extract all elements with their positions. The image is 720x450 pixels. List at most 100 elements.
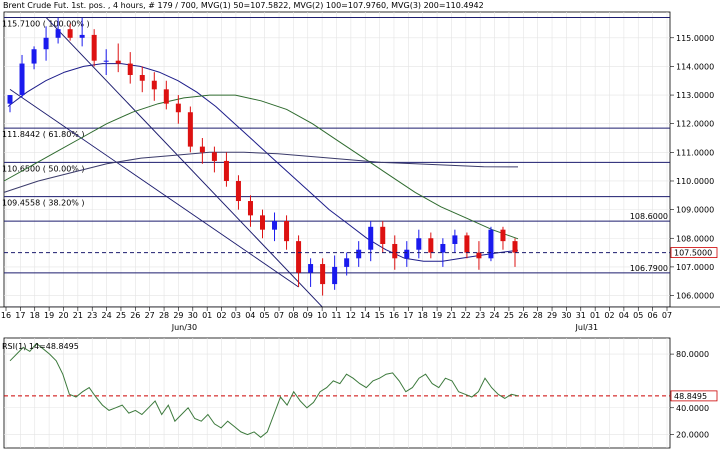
- time-tick-label: 14: [360, 311, 370, 320]
- time-tick-label: 30: [561, 311, 571, 320]
- time-tick-label: 31: [576, 311, 586, 320]
- candle-body: [55, 29, 61, 38]
- candle-body: [7, 95, 13, 104]
- time-tick-label: 08: [288, 311, 298, 320]
- time-tick-label: 20: [58, 311, 68, 320]
- time-tick-label: 09: [303, 311, 313, 320]
- candle-body: [488, 229, 494, 259]
- candle-body: [272, 221, 278, 230]
- time-tick-label: 30: [188, 311, 198, 320]
- time-tick-label: 25: [116, 311, 126, 320]
- candle-body: [247, 201, 253, 216]
- time-tick-label: 18: [418, 311, 428, 320]
- candle-body: [260, 215, 265, 230]
- time-tick-label: 12: [346, 311, 356, 320]
- fib-level-label: 109.4558 ( 38.20% ): [2, 199, 85, 208]
- time-tick-label: 25: [504, 311, 514, 320]
- candle-body: [19, 63, 25, 96]
- candle-body: [344, 258, 350, 267]
- time-tick-label: 21: [446, 311, 456, 320]
- candle-body: [500, 229, 506, 242]
- time-tick-label: 26: [130, 311, 140, 320]
- candle-body: [127, 63, 133, 76]
- candle-body: [163, 89, 169, 104]
- candle-body: [79, 34, 85, 38]
- candle-body: [223, 160, 229, 181]
- price-tick-label: 108.0000: [676, 234, 714, 243]
- candle-body: [139, 75, 145, 81]
- time-tick-label: 10: [317, 311, 327, 320]
- candle-body: [476, 252, 482, 259]
- time-tick-label: 27: [145, 311, 155, 320]
- fib-level-label: 106.7900: [630, 264, 668, 273]
- time-tick-label: 03: [231, 311, 241, 320]
- price-tick-label: 115.0000: [676, 34, 714, 43]
- candle-body: [235, 180, 241, 202]
- price-tick-label: 109.0000: [676, 206, 714, 215]
- time-tick-label: 26: [518, 311, 528, 320]
- candle-body: [392, 243, 398, 259]
- time-tick-label: 29: [547, 311, 557, 320]
- time-tick-label: 22: [461, 311, 471, 320]
- time-tick-label: 05: [260, 311, 270, 320]
- candle-body: [404, 249, 410, 259]
- candle-body: [356, 249, 362, 259]
- rsi-title: RSI(1) 14=48.8495: [2, 342, 79, 351]
- candle-body: [199, 146, 205, 153]
- candle-body: [296, 241, 302, 273]
- candle-body: [91, 34, 97, 61]
- time-tick-label: 11: [331, 311, 341, 320]
- candle-body: [67, 29, 73, 38]
- candle-body: [416, 238, 422, 250]
- price-tick-label: 107.0000: [676, 263, 714, 272]
- time-tick-label: 23: [475, 311, 485, 320]
- candle-body: [187, 112, 193, 147]
- time-tick-label: 24: [101, 311, 111, 320]
- candle-body: [175, 103, 181, 113]
- rsi-tick-label: 20.0000: [676, 431, 709, 440]
- candle-body: [43, 37, 49, 50]
- time-tick-label: 07: [662, 311, 672, 320]
- rsi-last-value-marker: 48.8495: [670, 390, 718, 402]
- time-tick-label: 28: [159, 311, 169, 320]
- candle-body: [440, 243, 446, 253]
- candle-body: [151, 80, 157, 90]
- chart-header-title: Brent Crude Fut. 1st. pos. , 4 hours, # …: [3, 1, 484, 10]
- last-price-label: 107.5000: [674, 249, 712, 258]
- time-tick-label: 17: [403, 311, 413, 320]
- candle-body: [103, 60, 109, 62]
- candle-body: [115, 60, 121, 64]
- time-tick-label: 16: [1, 311, 11, 320]
- rsi-last-value-label: 48.8495: [674, 392, 707, 401]
- candle-body: [380, 226, 386, 244]
- time-tick-label: 04: [619, 311, 629, 320]
- time-tick-label: 21: [73, 311, 83, 320]
- time-tick-label: 29: [173, 311, 183, 320]
- time-tick-label: 17: [15, 311, 25, 320]
- time-tick-label: 01: [590, 311, 600, 320]
- time-tick-label: 23: [87, 311, 97, 320]
- time-tick-label: 05: [633, 311, 643, 320]
- candle-body: [284, 221, 290, 242]
- candle-body: [332, 266, 338, 285]
- time-tick-label: 02: [604, 311, 614, 320]
- rsi-tick-label: 40.0000: [676, 404, 709, 413]
- price-tick-label: 111.0000: [676, 148, 714, 157]
- time-tick-label: 15: [375, 311, 385, 320]
- price-tick-label: 114.0000: [676, 62, 714, 71]
- price-tick-label: 110.0000: [676, 177, 714, 186]
- fib-level-label: 108.6000: [630, 212, 668, 221]
- candle-body: [428, 238, 434, 253]
- candle-body: [464, 235, 470, 253]
- rsi-tick-label: 80.0000: [676, 350, 709, 359]
- price-tick-label: 106.0000: [676, 292, 714, 301]
- candle-body: [308, 264, 314, 273]
- candle-body: [320, 264, 326, 285]
- time-tick-label: 24: [489, 311, 499, 320]
- price-tick-label: 113.0000: [676, 91, 714, 100]
- time-tick-label: 02: [216, 311, 226, 320]
- candle-body: [31, 49, 37, 64]
- month-label: Jul/31: [575, 323, 599, 332]
- time-tick-label: 18: [30, 311, 40, 320]
- month-label: Jun/30: [171, 323, 197, 332]
